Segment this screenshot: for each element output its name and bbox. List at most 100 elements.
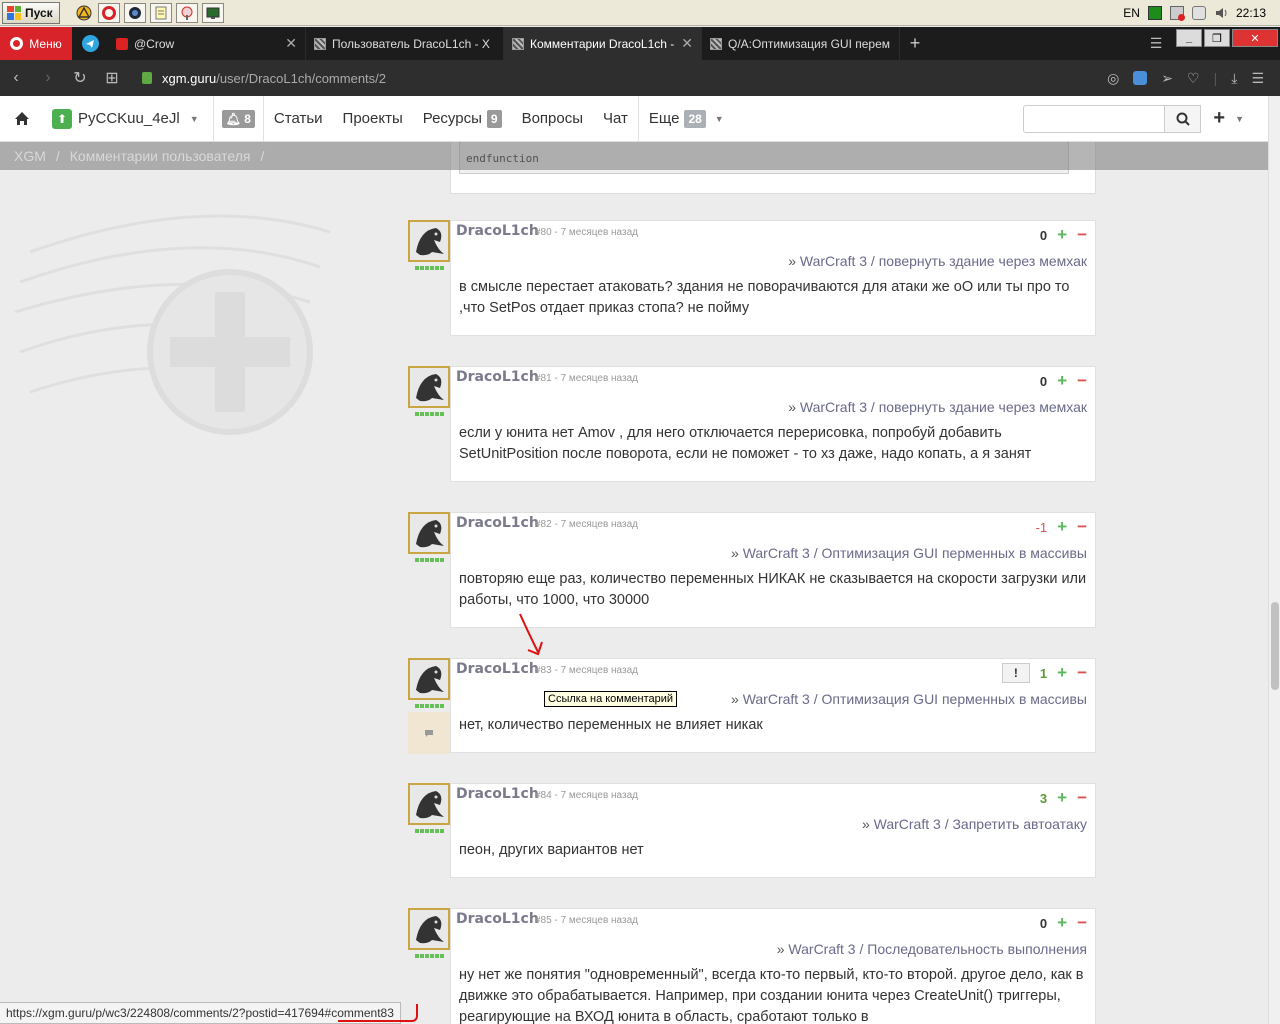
minimize-button[interactable]: _	[1176, 29, 1202, 47]
site-header: ⬆ PyCCKuu_4eJl ▼ 🔔︎ 8 Статьи Проекты Рес…	[0, 96, 1268, 142]
adblock-icon[interactable]	[1133, 71, 1148, 85]
send-icon[interactable]: ➢	[1161, 70, 1173, 87]
new-tab-button[interactable]: +	[900, 27, 930, 60]
search-input[interactable]	[1023, 104, 1166, 133]
user-menu[interactable]: ⬆ PyCCKuu_4eJl ▼	[44, 96, 214, 141]
nav-projects[interactable]: Проекты	[333, 96, 413, 141]
reply-button[interactable]	[408, 712, 450, 754]
comment-topic-link[interactable]: » WarCraft 3 / повернуть здание через ме…	[451, 245, 1095, 271]
scrollbar-thumb[interactable]	[1271, 602, 1279, 690]
comment-topic-link[interactable]: » WarCraft 3 / Последовательность выполн…	[451, 933, 1095, 959]
upvote-icon[interactable]: +	[1057, 913, 1067, 933]
upvote-icon[interactable]: +	[1057, 788, 1067, 808]
downvote-icon[interactable]: −	[1077, 663, 1087, 683]
start-button[interactable]: Пуск	[2, 1, 60, 24]
opera-menu-button[interactable]: Меню	[0, 27, 72, 60]
downvote-icon[interactable]: −	[1077, 371, 1087, 391]
nav-questions[interactable]: Вопросы	[512, 96, 593, 141]
notifications-button[interactable]: 🔔︎ 8	[214, 96, 264, 141]
reload-icon[interactable]: ↻	[64, 68, 96, 88]
downvote-icon[interactable]: −	[1077, 788, 1087, 808]
home-icon[interactable]	[0, 111, 44, 126]
easy-setup-icon[interactable]: ☰	[1251, 70, 1264, 87]
report-button[interactable]: !	[1001, 663, 1030, 683]
breadcrumb-separator: /	[260, 148, 265, 164]
speed-dial-icon[interactable]: ⊞	[96, 68, 128, 88]
comment-topic-link[interactable]: » WarCraft 3 / Оптимизация GUI перменных…	[451, 537, 1095, 563]
avatar[interactable]	[408, 366, 450, 408]
tab-user-profile[interactable]: Пользователь DracoL1ch - X	[306, 27, 504, 60]
avatar[interactable]	[408, 783, 450, 825]
paint-taskbar-icon[interactable]	[175, 2, 198, 23]
tab-user-comments[interactable]: Комментарии DracoL1ch - X ✕	[504, 27, 702, 60]
comment-topic-link[interactable]: » WarCraft 3 / повернуть здание через ме…	[451, 391, 1095, 417]
maximize-button[interactable]: ❐	[1204, 29, 1230, 47]
close-window-button[interactable]: ✕	[1232, 29, 1278, 47]
link-game: WarCraft 3	[799, 399, 868, 415]
tab-qa-optimization[interactable]: Q/A:Оптимизация GUI перем	[702, 27, 900, 60]
comment-body: DracoL1ch #85 - 7 месяцев назад 0 + − » …	[450, 908, 1096, 1024]
language-indicator[interactable]: EN	[1123, 6, 1140, 20]
downvote-icon[interactable]: −	[1077, 225, 1087, 245]
upvote-icon[interactable]: +	[1057, 517, 1067, 537]
snapshot-icon[interactable]: ◎	[1107, 70, 1119, 87]
nav-chat[interactable]: Чат	[593, 96, 638, 141]
battery-icon[interactable]	[1147, 5, 1162, 20]
notepad-taskbar-icon[interactable]	[149, 2, 172, 23]
comment-permalink[interactable]: #83 - 7 месяцев назад	[535, 665, 638, 676]
comment-author[interactable]: DracoL1ch	[456, 223, 539, 239]
create-button[interactable]: + ▼	[1213, 107, 1268, 130]
avatar[interactable]	[408, 512, 450, 554]
forward-icon[interactable]: ›	[32, 69, 64, 87]
sync-icon[interactable]	[1191, 5, 1206, 20]
tab-menu-icon[interactable]: ☰	[1144, 27, 1168, 60]
comment-author[interactable]: DracoL1ch	[456, 661, 539, 677]
nav-articles[interactable]: Статьи	[264, 96, 333, 141]
close-tab-icon[interactable]: ✕	[285, 35, 297, 52]
volume-icon[interactable]	[1214, 6, 1228, 20]
comment-meta[interactable]: #82 - 7 месяцев назад	[535, 519, 638, 530]
downvote-icon[interactable]: −	[1077, 517, 1087, 537]
comment-meta[interactable]: #81 - 7 месяцев назад	[535, 373, 638, 384]
url-field[interactable]: xgm.guru/user/DracoL1ch/comments/2	[142, 71, 386, 86]
download-icon[interactable]: ⤓	[1231, 70, 1237, 87]
rating-score: 1	[1039, 665, 1048, 681]
avatar[interactable]	[408, 658, 450, 700]
warning-triangle-icon[interactable]	[74, 3, 94, 23]
avatar[interactable]	[408, 908, 450, 950]
network-icon[interactable]	[1169, 5, 1185, 21]
nav-more[interactable]: Еще 28 ▼	[637, 96, 734, 141]
comment-topic-link[interactable]: » WarCraft 3 / Запретить автоатаку	[451, 808, 1095, 834]
breadcrumb-current[interactable]: Комментарии пользователя	[70, 148, 251, 164]
upvote-icon[interactable]: +	[1057, 225, 1067, 245]
comment-author[interactable]: DracoL1ch	[456, 515, 539, 531]
breadcrumb-separator: /	[55, 148, 60, 164]
breadcrumb-root[interactable]: XGM	[14, 148, 46, 164]
tab-crow[interactable]: @Crow ✕	[108, 27, 306, 60]
comment-meta[interactable]: #85 - 7 месяцев назад	[535, 915, 638, 926]
address-bar-actions: ◎ ➢ ♡ | ⤓ ☰	[1107, 70, 1280, 87]
downvote-icon[interactable]: −	[1077, 913, 1087, 933]
steam-taskbar-icon[interactable]	[123, 2, 146, 23]
comment-author[interactable]: DracoL1ch	[456, 911, 539, 927]
bell-icon: 🔔︎	[225, 111, 241, 126]
back-icon[interactable]: ‹	[0, 69, 32, 87]
telegram-sidebar-button[interactable]	[72, 27, 108, 60]
heart-icon[interactable]: ♡	[1187, 70, 1200, 87]
comment-meta[interactable]: #84 - 7 месяцев назад	[535, 790, 638, 801]
nav-resources[interactable]: Ресурсы 9	[413, 96, 512, 141]
lock-icon[interactable]	[142, 72, 152, 84]
upvote-icon[interactable]: +	[1057, 663, 1067, 683]
comment-author[interactable]: DracoL1ch	[456, 786, 539, 802]
comment-meta[interactable]: #80 - 7 месяцев назад	[535, 227, 638, 238]
opera-taskbar-icon[interactable]	[97, 2, 120, 23]
link-separator: /	[813, 545, 818, 561]
upvote-icon[interactable]: +	[1057, 371, 1067, 391]
telegram-icon	[81, 35, 99, 52]
page-scrollbar[interactable]	[1268, 96, 1280, 1024]
search-button[interactable]	[1165, 104, 1202, 133]
monitor-taskbar-icon[interactable]	[201, 2, 224, 23]
avatar[interactable]	[408, 220, 450, 262]
comment-author[interactable]: DracoL1ch	[456, 369, 539, 385]
close-tab-icon[interactable]: ✕	[681, 35, 693, 52]
